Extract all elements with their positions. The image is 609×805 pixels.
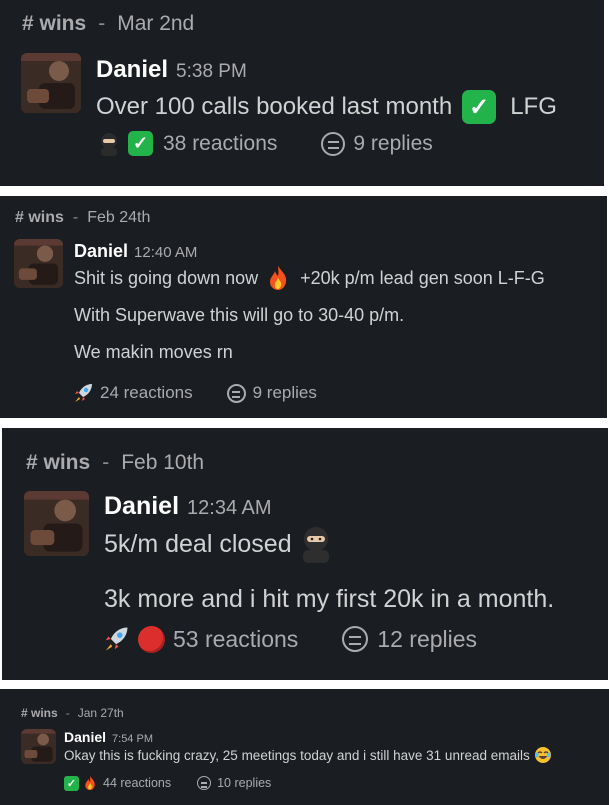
avatar[interactable] xyxy=(24,491,89,556)
reactions-bar: ✓ 38 reactions 9 replies xyxy=(98,131,433,156)
rocket-icon xyxy=(72,382,94,404)
thread-replies-icon xyxy=(342,626,369,652)
separator: - xyxy=(102,451,110,474)
separator: - xyxy=(65,706,70,720)
message-body: Daniel 12:40 AM Shit is going down now +… xyxy=(74,241,545,363)
post-date: Feb 10th xyxy=(121,451,205,474)
post-date: Mar 2nd xyxy=(117,12,195,35)
ninja-icon xyxy=(298,525,334,563)
replies-count[interactable]: 9 replies xyxy=(353,132,432,156)
message-text: Okay this is fucking crazy, 25 meetings … xyxy=(64,746,552,764)
message-line: LFG xyxy=(510,93,557,120)
reactions-count[interactable]: 38 reactions xyxy=(163,132,277,156)
white-check-mark-icon: ✓ xyxy=(64,775,79,791)
channel-name[interactable]: # wins xyxy=(21,706,58,720)
message-line: Shit is going down now xyxy=(74,267,259,288)
replies-count[interactable]: 9 replies xyxy=(253,383,317,403)
channel-name[interactable]: # wins xyxy=(15,209,64,227)
message-line: +20k p/m lead gen soon L-F-G xyxy=(300,267,545,288)
red-circle-icon xyxy=(138,625,165,653)
reactions-bar: 24 reactions 9 replies xyxy=(72,382,317,404)
replies-count[interactable]: 10 replies xyxy=(217,776,271,790)
message-line: Okay this is fucking crazy, 25 meetings … xyxy=(64,747,530,763)
message-line: 3k more and i hit my first 20k in a mont… xyxy=(104,585,555,613)
thread-replies-icon xyxy=(321,131,346,156)
fire-icon xyxy=(266,265,290,291)
replies-count[interactable]: 12 replies xyxy=(377,626,477,653)
channel-header: # wins - Feb 10th xyxy=(26,451,204,475)
message-text: Shit is going down now +20k p/m lead gen… xyxy=(74,265,545,291)
author-name[interactable]: Daniel xyxy=(104,492,179,521)
reactions-count[interactable]: 44 reactions xyxy=(103,776,171,790)
channel-name[interactable]: # wins xyxy=(26,451,90,475)
reactions-count[interactable]: 24 reactions xyxy=(100,383,193,403)
message-line: 5k/m deal closed xyxy=(104,529,292,558)
author-name[interactable]: Daniel xyxy=(96,56,168,84)
post-date: Jan 27th xyxy=(77,706,124,720)
separator: - xyxy=(98,12,106,35)
thread-replies-icon xyxy=(226,383,246,403)
reactions-bar: 53 reactions 12 replies xyxy=(102,625,477,653)
message-body: Daniel 7:54 PM Okay this is fucking craz… xyxy=(64,729,552,764)
thread-replies-icon xyxy=(197,776,212,790)
replies-link[interactable]: 9 replies xyxy=(226,383,317,403)
replies-link[interactable]: 10 replies xyxy=(197,776,271,790)
fire-icon xyxy=(83,775,97,791)
reactions-count[interactable]: 53 reactions xyxy=(173,626,298,653)
timestamp[interactable]: 12:34 AM xyxy=(187,497,272,520)
ninja-icon xyxy=(98,132,120,156)
message-line: With Superwave this will go to 30-40 p/m… xyxy=(74,305,405,325)
author-name[interactable]: Daniel xyxy=(64,729,106,745)
avatar[interactable] xyxy=(21,729,56,764)
message-body: Daniel 5:38 PM Over 100 calls booked las… xyxy=(96,56,557,124)
message-card-2: # wins - Feb 24th Daniel 12:40 AM Shit i… xyxy=(0,196,607,418)
message-line: Over 100 calls booked last month xyxy=(96,93,453,120)
separator: - xyxy=(72,209,79,226)
channel-header: # wins - Jan 27th xyxy=(21,706,124,720)
replies-link[interactable]: 12 replies xyxy=(342,626,477,653)
message-card-3: # wins - Feb 10th Daniel 12:34 AM 5k/m d… xyxy=(2,428,608,680)
avatar[interactable] xyxy=(14,239,63,288)
message-text: Over 100 calls booked last month ✓ LFG xyxy=(96,90,557,124)
timestamp[interactable]: 7:54 PM xyxy=(112,733,153,745)
message-body: Daniel 12:34 AM 5k/m deal closed 3k more… xyxy=(104,492,554,614)
channel-header: # wins - Feb 24th xyxy=(15,209,150,227)
rocket-icon xyxy=(102,625,130,653)
message-text: 5k/m deal closed xyxy=(104,525,554,563)
channel-name[interactable]: # wins xyxy=(22,12,86,36)
avatar[interactable] xyxy=(21,53,81,113)
message-card-4: # wins - Jan 27th Daniel 7:54 PM Okay th… xyxy=(0,689,609,805)
joy-icon xyxy=(534,746,552,764)
message-card-1: # wins - Mar 2nd Daniel 5:38 PM Over 100… xyxy=(0,0,604,186)
post-date: Feb 24th xyxy=(87,209,151,226)
timestamp[interactable]: 5:38 PM xyxy=(176,61,247,83)
timestamp[interactable]: 12:40 AM xyxy=(134,244,197,261)
reactions-bar: ✓ 44 reactions 10 replies xyxy=(64,775,271,791)
author-name[interactable]: Daniel xyxy=(74,241,128,262)
white-check-mark-icon: ✓ xyxy=(462,90,497,124)
channel-header: # wins - Mar 2nd xyxy=(22,12,194,36)
white-check-mark-icon: ✓ xyxy=(128,131,153,156)
replies-link[interactable]: 9 replies xyxy=(321,131,433,156)
message-line: We makin moves rn xyxy=(74,342,233,362)
